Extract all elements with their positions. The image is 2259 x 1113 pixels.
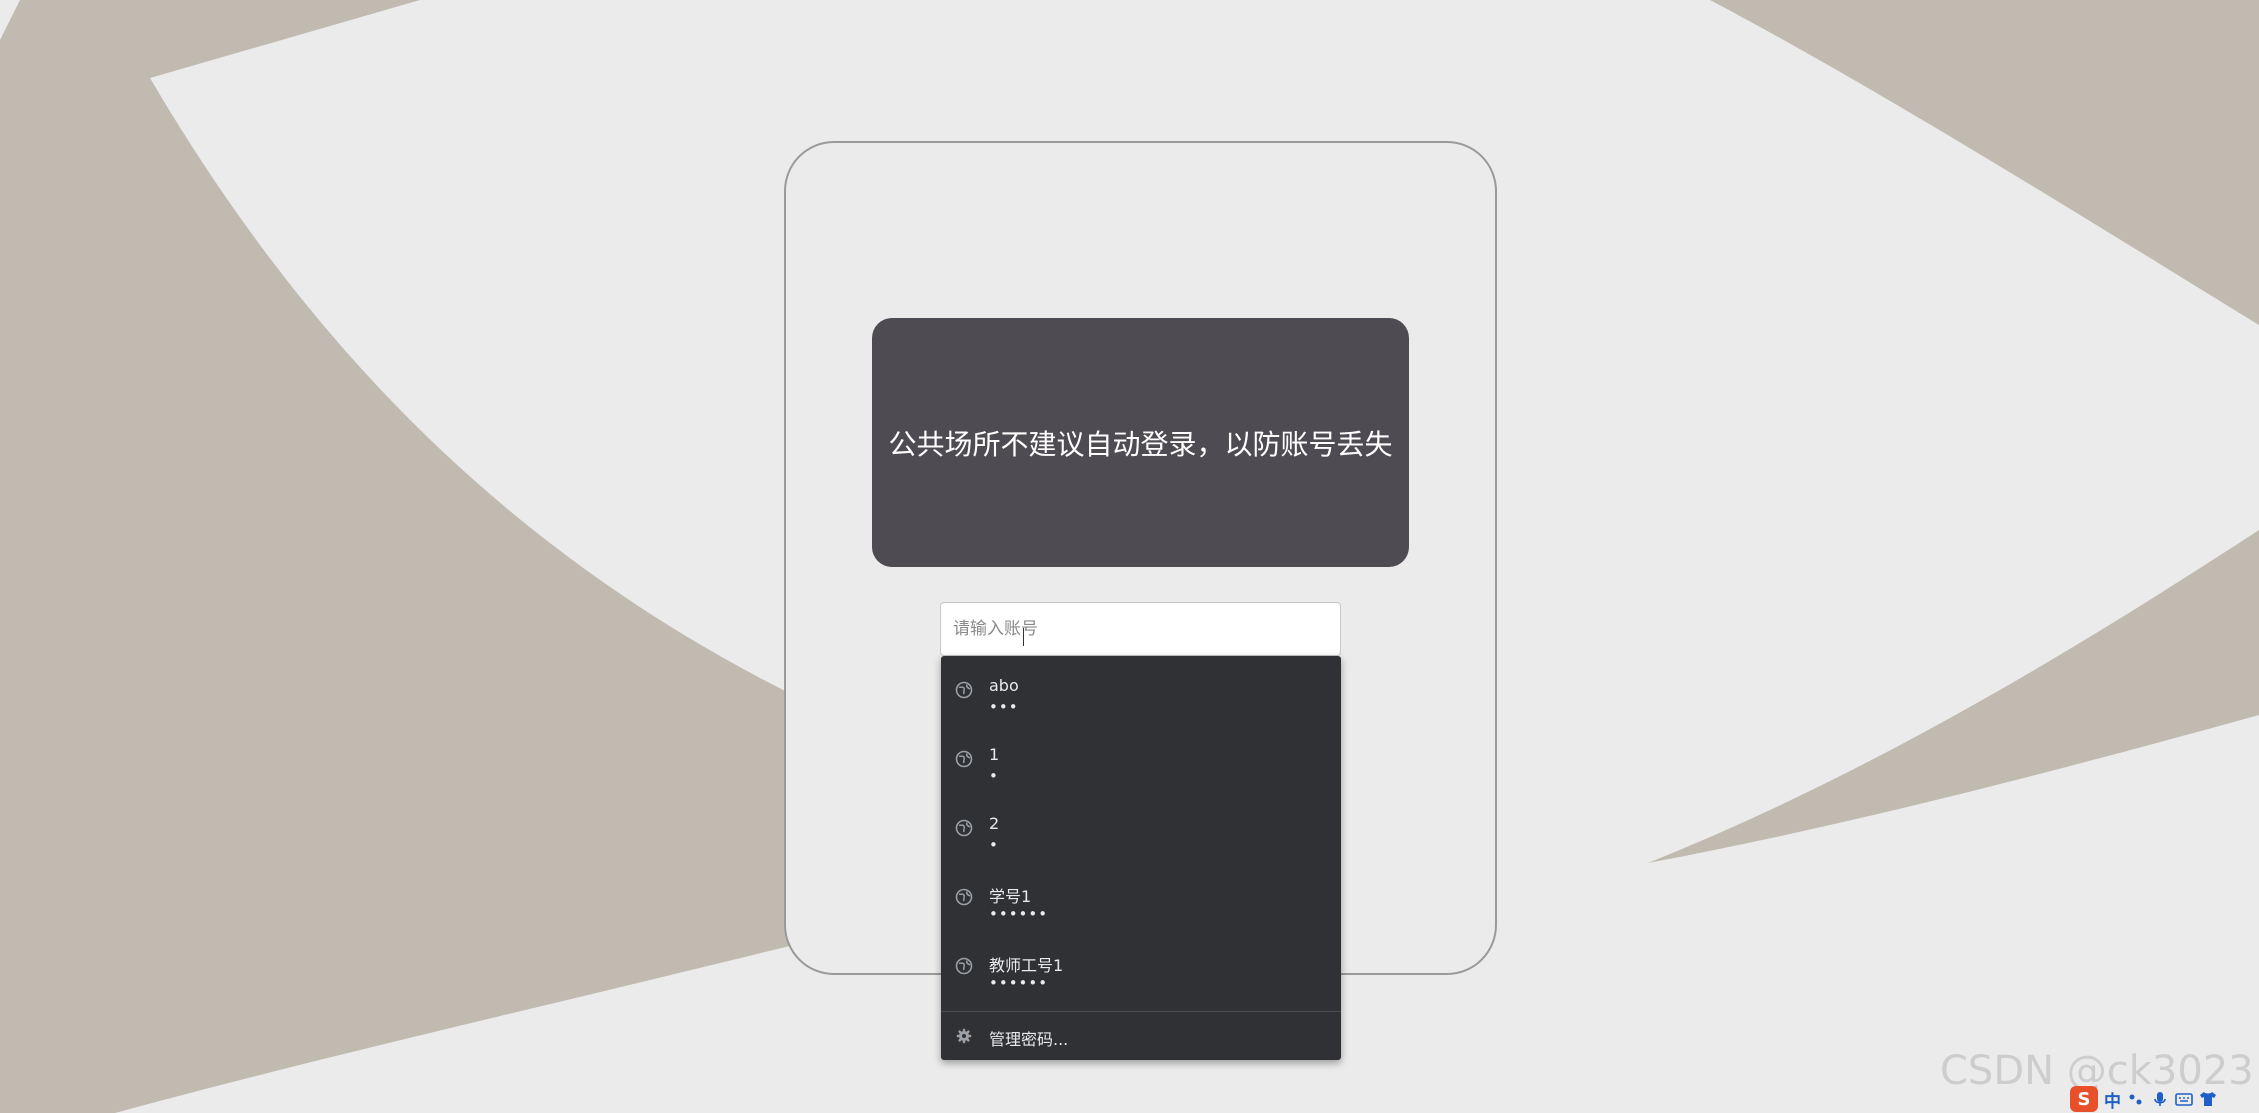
gear-icon <box>956 1028 972 1044</box>
globe-icon <box>955 681 973 699</box>
skin-shirt-icon[interactable] <box>2199 1090 2217 1108</box>
ime-language-toggle[interactable]: 中 <box>2104 1087 2121 1112</box>
autofill-password-mask: •••••• <box>989 905 1049 923</box>
autofill-item[interactable]: 2 • <box>941 794 1341 863</box>
autofill-password-mask: ••• <box>989 698 1019 716</box>
manage-passwords-label: 管理密码... <box>989 1030 1069 1049</box>
ime-toolbar: S 中 <box>2070 1086 2217 1112</box>
autofill-username: 2 <box>989 814 1000 833</box>
manage-passwords-item[interactable]: 管理密码... <box>941 1012 1341 1060</box>
notice-text: 公共场所不建议自动登录，以防账号丢失 <box>888 427 1393 461</box>
globe-icon <box>955 888 973 906</box>
globe-icon <box>955 819 973 837</box>
password-autofill-dropdown: abo ••• 1 • 2 • 学号1 •••••• 教师工号1 •••••• <box>941 656 1341 1060</box>
autofill-password-mask: • <box>989 767 999 785</box>
notice-banner: 公共场所不建议自动登录，以防账号丢失 <box>872 318 1409 567</box>
punctuation-icon[interactable] <box>2127 1090 2145 1108</box>
ime-logo-icon[interactable]: S <box>2070 1086 2098 1112</box>
keyboard-icon[interactable] <box>2175 1090 2193 1108</box>
autofill-password-mask: • <box>989 836 999 854</box>
globe-icon <box>955 750 973 768</box>
account-input[interactable] <box>940 602 1341 656</box>
autofill-password-mask: •••••• <box>989 974 1049 992</box>
autofill-item[interactable]: abo ••• <box>941 656 1341 725</box>
globe-icon <box>955 957 973 975</box>
microphone-icon[interactable] <box>2151 1090 2169 1108</box>
autofill-item[interactable]: 教师工号1 •••••• <box>941 932 1341 1001</box>
autofill-item[interactable]: 1 • <box>941 725 1341 794</box>
autofill-username: abo <box>989 676 1019 695</box>
autofill-item[interactable]: 学号1 •••••• <box>941 863 1341 932</box>
text-cursor-icon <box>1023 628 1024 646</box>
autofill-username: 1 <box>989 745 1000 764</box>
autofill-username: 学号1 <box>989 887 1032 906</box>
autofill-username: 教师工号1 <box>989 956 1064 975</box>
